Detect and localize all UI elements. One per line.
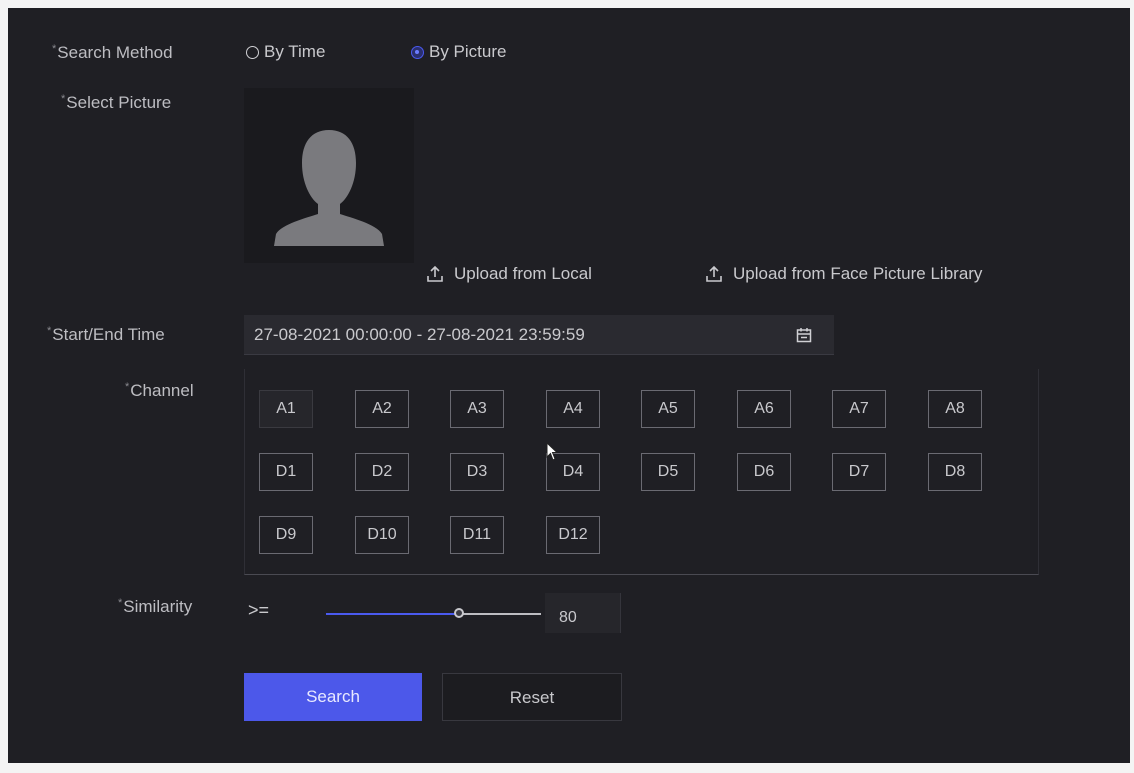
upload-from-library-link[interactable]: Upload from Face Picture Library (705, 264, 982, 284)
radio-by-picture[interactable]: By Picture (411, 42, 506, 62)
similarity-slider-fill (326, 613, 460, 615)
channel-button-d8[interactable]: D8 (928, 453, 982, 491)
search-method-label: *Search Method (52, 43, 173, 63)
required-mark: * (125, 381, 130, 393)
time-range-field[interactable]: 27-08-2021 00:00:00 - 27-08-2021 23:59:5… (244, 315, 834, 355)
radio-by-time-label: By Time (264, 42, 326, 61)
upload-from-local-link[interactable]: Upload from Local (426, 264, 592, 284)
channel-button-a3[interactable]: A3 (450, 390, 504, 428)
search-button[interactable]: Search (244, 673, 422, 721)
radio-by-picture-label: By Picture (429, 42, 507, 61)
person-silhouette-icon (274, 130, 384, 246)
radio-unchecked-icon (246, 45, 259, 59)
upload-from-library-label: Upload from Face Picture Library (733, 264, 983, 283)
channel-button-a7[interactable]: A7 (832, 390, 886, 428)
channel-button-d2[interactable]: D2 (355, 453, 409, 491)
channel-selector: A1 A2 A3 A4 A5 A6 A7 A8 D1 D2 D3 D4 D5 D… (244, 369, 1039, 575)
similarity-label-text: Similarity (123, 597, 193, 616)
similarity-operator: >= (248, 600, 270, 620)
face-search-panel: *Search Method By Time By Picture *Selec… (8, 8, 1130, 763)
channel-button-a2[interactable]: A2 (355, 390, 409, 428)
mouse-cursor-icon (546, 442, 559, 461)
channel-label-text: Channel (130, 381, 194, 400)
channel-button-a6[interactable]: A6 (737, 390, 791, 428)
upload-icon (706, 265, 722, 282)
channel-button-d5[interactable]: D5 (641, 453, 695, 491)
channel-button-a1[interactable]: A1 (259, 390, 313, 428)
channel-button-a8[interactable]: A8 (928, 390, 982, 428)
channel-button-a5[interactable]: A5 (641, 390, 695, 428)
channel-button-d3[interactable]: D3 (450, 453, 504, 491)
time-label-text: Start/End Time (52, 325, 165, 344)
channel-button-d7[interactable]: D7 (832, 453, 886, 491)
similarity-slider[interactable] (326, 608, 541, 618)
similarity-slider-thumb[interactable] (454, 608, 465, 618)
face-picture-placeholder[interactable] (244, 88, 414, 263)
channel-button-d6[interactable]: D6 (737, 453, 791, 491)
upload-icon (427, 265, 443, 282)
calendar-icon[interactable] (796, 327, 812, 343)
channel-button-a4[interactable]: A4 (546, 390, 600, 428)
upload-from-local-label: Upload from Local (454, 264, 592, 283)
channel-button-d10[interactable]: D10 (355, 516, 409, 554)
select-picture-label: *Select Picture (61, 93, 171, 113)
channel-button-d12[interactable]: D12 (546, 516, 600, 554)
radio-by-time[interactable]: By Time (246, 42, 325, 62)
similarity-value: 80 (559, 609, 577, 626)
required-mark: * (52, 43, 57, 55)
radio-checked-icon (411, 45, 424, 59)
reset-button[interactable]: Reset (442, 673, 622, 721)
search-method-label-text: Search Method (57, 43, 173, 62)
required-mark: * (47, 325, 52, 337)
channel-button-d11[interactable]: D11 (450, 516, 504, 554)
required-mark: * (118, 597, 123, 609)
channel-label: *Channel (125, 381, 194, 401)
similarity-value-field[interactable]: 80 (545, 593, 621, 633)
channel-button-d1[interactable]: D1 (259, 453, 313, 491)
required-mark: * (61, 93, 66, 105)
time-label: *Start/End Time (47, 325, 165, 345)
time-range-value: 27-08-2021 00:00:00 - 27-08-2021 23:59:5… (254, 325, 585, 344)
channel-button-d9[interactable]: D9 (259, 516, 313, 554)
select-picture-label-text: Select Picture (66, 93, 172, 112)
similarity-label: *Similarity (118, 597, 192, 617)
